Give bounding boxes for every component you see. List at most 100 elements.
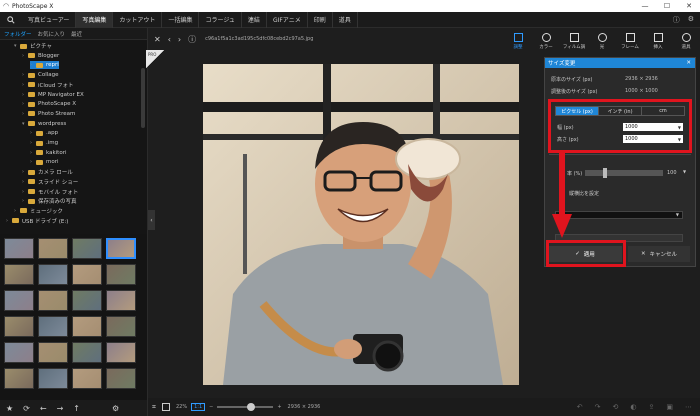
unit-tab-inch[interactable]: インチ (in) — [599, 107, 642, 115]
tab-favorites[interactable]: お気に入り — [38, 30, 66, 38]
forward-icon[interactable]: → — [57, 404, 64, 413]
undo-icon[interactable]: ↶ — [577, 403, 583, 411]
toolbar-film-button[interactable]: フィルム調 — [560, 28, 588, 54]
thumbnail[interactable] — [38, 238, 68, 259]
tree-item[interactable]: › スライド ショー — [22, 178, 78, 186]
slider-handle[interactable] — [603, 168, 607, 178]
menu-collage[interactable]: コラージュ — [199, 11, 242, 28]
zoom-in-icon[interactable]: + — [277, 404, 281, 410]
thumbnail[interactable] — [106, 290, 136, 311]
close-panel-icon[interactable]: ✕ — [686, 60, 691, 66]
tree-item[interactable]: › kakitori — [30, 149, 66, 157]
thumbnail[interactable] — [4, 342, 34, 363]
thumbnail[interactable] — [106, 368, 136, 389]
tree-item[interactable]: › iCloud フォト — [22, 81, 74, 89]
menu-photo-editor[interactable]: 写真編集 — [76, 11, 114, 28]
tab-recent[interactable]: 最近 — [71, 30, 82, 38]
thumbnail[interactable] — [38, 316, 68, 337]
more-icon[interactable]: ⋯ — [685, 403, 692, 411]
tree-item[interactable]: › mori — [30, 158, 59, 166]
menu-gif[interactable]: GIFアニメ — [267, 11, 308, 28]
gear-icon[interactable]: ⚙ — [112, 404, 119, 413]
thumbnail[interactable] — [4, 316, 34, 337]
height-input[interactable]: 1000 ▼ — [623, 135, 683, 143]
unit-tab-px[interactable]: ピクセル (px) — [556, 107, 599, 115]
share-icon[interactable]: ⇪ — [649, 403, 655, 411]
thumbnail[interactable] — [4, 238, 34, 259]
tree-item[interactable]: › USB ドライブ (E:) — [6, 217, 68, 225]
next-image-icon[interactable]: › — [178, 35, 181, 44]
redo-icon[interactable]: ↷ — [595, 403, 601, 411]
maximize-button[interactable]: ☐ — [656, 0, 678, 12]
search-icon[interactable] — [0, 12, 22, 28]
menu-cutout[interactable]: カットアウト — [113, 11, 163, 28]
thumbnail[interactable] — [106, 264, 136, 285]
thumbnail[interactable] — [38, 368, 68, 389]
tree-item[interactable]: › 保存済みの写真 — [22, 197, 77, 205]
tree-item[interactable]: › .app — [30, 129, 58, 137]
thumbnail[interactable] — [4, 264, 34, 285]
menu-batch[interactable]: 一括編集 — [162, 11, 200, 28]
tree-item[interactable]: › ミュージック — [14, 207, 63, 215]
thumbnail[interactable] — [72, 264, 102, 285]
tree-item[interactable]: › Photo Stream — [22, 110, 75, 118]
tab-folders[interactable]: フォルダー — [4, 30, 32, 38]
thumbnail[interactable] — [72, 368, 102, 389]
tree-item[interactable]: › Collage — [22, 71, 59, 79]
close-window-button[interactable]: ✕ — [678, 0, 700, 12]
refresh-icon[interactable]: ⟳ — [23, 404, 30, 413]
collapse-panel-button[interactable]: ‹ — [148, 210, 155, 230]
menu-tools[interactable]: 道具 — [333, 11, 358, 28]
chevron-down-icon[interactable]: ▼ — [683, 169, 686, 174]
tree-item[interactable]: › モバイル フォト — [22, 188, 78, 196]
toolbar-frame-button[interactable]: フレーム — [616, 28, 644, 54]
menu-combine[interactable]: 連結 — [242, 11, 267, 28]
actual-size-button[interactable]: 1:1 — [191, 403, 206, 411]
settings-icon[interactable]: ⚙ — [688, 15, 694, 25]
close-image-icon[interactable]: ✕ — [154, 35, 161, 44]
tree-item[interactable]: › MP Navigator EX — [22, 91, 84, 99]
toolbar-insert-button[interactable]: 挿入 — [644, 28, 672, 54]
info-circle-icon[interactable]: ⓘ — [188, 34, 196, 45]
zoom-slider-handle[interactable] — [247, 403, 256, 411]
tree-item[interactable]: ▾ wordpress — [22, 120, 66, 128]
thumbnail[interactable] — [72, 238, 102, 259]
thumbnail[interactable] — [72, 290, 102, 311]
star-icon[interactable]: ★ — [6, 404, 13, 413]
zoom-slider[interactable] — [217, 403, 274, 411]
tree-item[interactable]: › repri — [30, 61, 59, 70]
thumbnail[interactable] — [106, 238, 136, 259]
unit-tab-cm[interactable]: cm — [642, 107, 684, 115]
menu-photo-viewer[interactable]: 写真ビューアー — [22, 11, 77, 28]
toolbar-tools-button[interactable]: 道具 — [672, 28, 700, 54]
thumbnail[interactable] — [38, 342, 68, 363]
toolbar-light-button[interactable]: 光 — [588, 28, 616, 54]
quality-slider[interactable] — [585, 168, 663, 178]
thumbnail[interactable] — [106, 342, 136, 363]
tree-item[interactable]: › Blogger — [22, 52, 59, 60]
tree-item[interactable]: › カメラ ロール — [22, 168, 73, 176]
compare-icon[interactable]: ◐ — [630, 403, 636, 411]
prev-image-icon[interactable]: ‹ — [168, 35, 171, 44]
menu-print[interactable]: 印刷 — [308, 11, 333, 28]
minimize-button[interactable]: — — [634, 0, 656, 12]
crop-icon[interactable]: ⌗ — [152, 403, 156, 412]
thumbnail[interactable] — [4, 368, 34, 389]
up-icon[interactable]: ↑ — [73, 404, 80, 413]
aspect-select[interactable]: ▼ — [555, 211, 683, 219]
save-icon[interactable]: ▣ — [666, 403, 673, 411]
thumbnail[interactable] — [38, 290, 68, 311]
thumbnail[interactable] — [38, 264, 68, 285]
tree-scrollbar[interactable] — [141, 68, 145, 128]
tree-item[interactable]: ▾ ピクチャ — [14, 42, 52, 50]
zoom-out-icon[interactable]: − — [209, 404, 213, 410]
thumbnail[interactable] — [106, 316, 136, 337]
undo-all-icon[interactable]: ⟲ — [613, 403, 619, 411]
tree-item[interactable]: › .img — [30, 139, 58, 147]
fit-icon[interactable] — [161, 403, 170, 411]
back-icon[interactable]: ← — [40, 404, 47, 413]
tree-item[interactable]: › PhotoScape X — [22, 100, 76, 108]
thumbnail[interactable] — [4, 290, 34, 311]
apply-button[interactable]: ✓ 適用 — [548, 246, 622, 262]
cancel-button[interactable]: ✕ キャンセル — [628, 246, 690, 262]
